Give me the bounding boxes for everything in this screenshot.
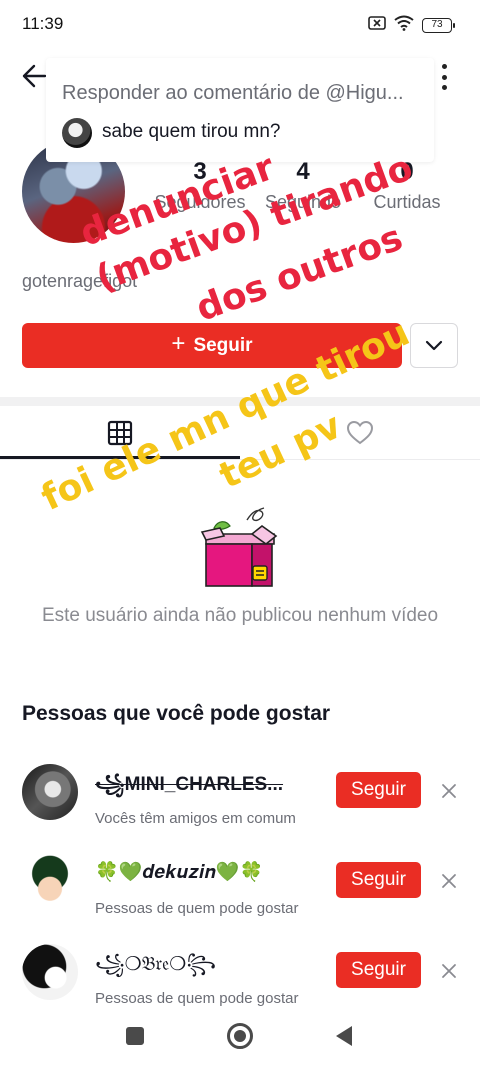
profile-tabs — [0, 406, 480, 460]
stat-likes[interactable]: 0 Curtidas — [362, 158, 452, 213]
dismiss-suggestion-button[interactable] — [438, 960, 460, 982]
stat-followers-label: Seguidores — [154, 192, 246, 212]
tab-indicator — [0, 456, 240, 459]
system-back-button[interactable] — [336, 1026, 352, 1046]
avatar[interactable] — [22, 944, 78, 1000]
reply-comment-popup[interactable]: Responder ao comentário de @Higu... sabe… — [46, 58, 434, 162]
status-bar: 11:39 73 — [0, 0, 480, 52]
status-icons: 73 — [368, 15, 455, 36]
empty-box-icon — [200, 506, 280, 590]
stat-followers[interactable]: 3 Seguidores — [150, 158, 250, 213]
wifi-icon — [394, 15, 414, 36]
system-nav-bar — [0, 1010, 480, 1066]
status-time: 11:39 — [22, 14, 64, 33]
follow-suggested-button[interactable]: Seguir — [336, 862, 421, 898]
back-arrow-icon — [22, 64, 47, 88]
video-grid-icon — [107, 420, 133, 446]
suggestions-title: Pessoas que você pode gostar — [22, 702, 331, 725]
stat-likes-label: Curtidas — [373, 192, 441, 212]
suggestions-dropdown-button[interactable] — [410, 323, 458, 368]
follow-button[interactable]: + Seguir — [22, 323, 402, 368]
commenter-avatar — [62, 118, 92, 148]
section-divider — [0, 397, 480, 406]
stat-following[interactable]: 4 Seguindo — [256, 158, 350, 213]
sim-card-icon — [368, 15, 386, 36]
suggested-user-subtitle: Vocês têm amigos em comum — [95, 810, 296, 827]
follow-button-label: Seguir — [193, 334, 253, 356]
close-icon — [442, 784, 456, 798]
suggested-user-name: ꧁MINI_CHARLES... — [95, 774, 284, 795]
list-item[interactable]: 🍀💚𝒅𝒆𝒌𝒖𝒛𝒊𝒏💚🍀 Pessoas de quem pode gostar … — [0, 854, 480, 934]
stat-likes-value: 0 — [400, 158, 414, 185]
tab-liked[interactable] — [240, 406, 480, 460]
battery-icon: 73 — [422, 18, 455, 33]
chevron-down-icon — [425, 340, 443, 350]
more-dot-icon — [441, 85, 447, 90]
follow-suggested-button[interactable]: Seguir — [336, 952, 421, 988]
reply-popup-comment: sabe quem tirou mn? — [102, 121, 281, 142]
close-icon — [442, 964, 456, 978]
avatar[interactable] — [22, 854, 78, 910]
empty-state-text: Este usuário ainda não publicou nenhum v… — [41, 605, 439, 626]
recent-apps-button[interactable] — [126, 1027, 144, 1045]
close-icon — [442, 874, 456, 888]
stat-followers-value: 3 — [193, 158, 207, 185]
dismiss-suggestion-button[interactable] — [438, 870, 460, 892]
follow-suggested-button[interactable]: Seguir — [336, 772, 421, 808]
avatar[interactable] — [22, 764, 78, 820]
more-options-button[interactable] — [436, 62, 452, 92]
heart-icon — [346, 420, 374, 445]
list-item[interactable]: ꧁MINI_CHARLES... Vocês têm amigos em com… — [0, 764, 480, 844]
suggested-user-name: ꧁❍𝔅𝔯𝔢❍꧂ — [95, 954, 217, 975]
suggested-user-subtitle: Pessoas de quem pode gostar — [95, 990, 299, 1007]
suggested-user-subtitle: Pessoas de quem pode gostar — [95, 900, 299, 917]
overlay-text-red: dos outros — [190, 217, 408, 330]
suggested-user-name: 🍀💚𝒅𝒆𝒌𝒖𝒛𝒊𝒏💚🍀 — [95, 862, 264, 883]
plus-icon: + — [171, 330, 186, 357]
dismiss-suggestion-button[interactable] — [438, 780, 460, 802]
more-dot-icon — [441, 74, 447, 80]
home-dot-icon — [234, 1030, 246, 1042]
reply-popup-title: Responder ao comentário de @Higu... — [62, 82, 404, 104]
tab-videos[interactable] — [0, 406, 240, 460]
more-dot-icon — [441, 64, 447, 69]
stat-following-label: Seguindo — [264, 192, 342, 212]
home-button[interactable] — [227, 1023, 253, 1049]
stat-following-value: 4 — [296, 158, 310, 185]
profile-username: gotenragefigot — [22, 271, 138, 291]
